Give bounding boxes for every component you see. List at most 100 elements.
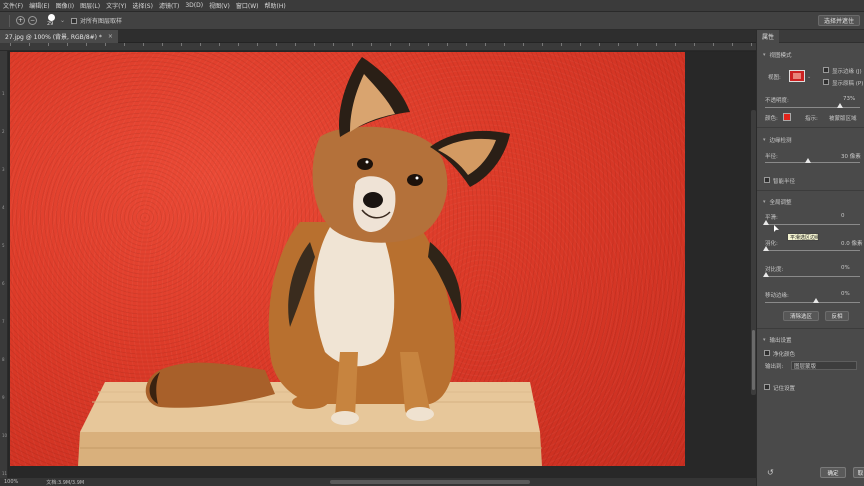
options-bar: + − 29 ⌄ 对所有图层取样 选择并遮住 bbox=[0, 12, 864, 30]
show-edge-checkbox[interactable] bbox=[823, 67, 829, 73]
ruler-tick bbox=[580, 43, 581, 46]
collapse-icon: ▾ bbox=[763, 337, 766, 343]
output-to-label: 输出到: bbox=[765, 364, 784, 370]
ruler-label: 2 bbox=[2, 129, 5, 134]
show-original-option[interactable]: 显示原稿 (P) bbox=[823, 79, 863, 87]
radius-label: 半径: bbox=[765, 154, 778, 160]
ruler-tick bbox=[162, 43, 163, 46]
feather-value[interactable]: 0.0 像素 bbox=[841, 239, 863, 247]
feather-slider-thumb[interactable] bbox=[763, 246, 769, 251]
clear-selection-button[interactable]: 清除选区 bbox=[783, 311, 819, 321]
smooth-slider[interactable] bbox=[765, 224, 860, 225]
ruler-tick bbox=[181, 43, 182, 46]
menu-item[interactable]: 选择(S) bbox=[132, 1, 153, 10]
scrollbar-thumb[interactable] bbox=[752, 330, 755, 390]
remember-settings-checkbox[interactable] bbox=[764, 384, 770, 390]
ruler-tick bbox=[314, 43, 315, 46]
brush-preview-icon[interactable]: 29 bbox=[46, 13, 58, 28]
section-label: 视图模式 bbox=[769, 53, 792, 59]
ruler-tick bbox=[713, 43, 714, 46]
ruler-tick bbox=[143, 43, 144, 46]
properties-panel: 属性 ▾ 视图模式 视图: ⌄ 显示边缘 (J) 显示原稿 (P) 不透明度: 7… bbox=[756, 30, 864, 486]
menu-item[interactable]: 视图(V) bbox=[209, 1, 230, 10]
ruler-tick bbox=[105, 43, 106, 46]
ruler-tick bbox=[257, 43, 258, 46]
contrast-slider[interactable] bbox=[765, 276, 860, 277]
ruler-tick bbox=[124, 43, 125, 46]
menu-item[interactable]: 文件(F) bbox=[3, 1, 23, 10]
invert-button[interactable]: 反相 bbox=[825, 311, 849, 321]
shift-edge-value[interactable]: 0% bbox=[841, 291, 850, 297]
ruler-tick bbox=[618, 43, 619, 46]
show-original-label: 显示原稿 (P) bbox=[832, 81, 864, 87]
canvas-area[interactable] bbox=[9, 52, 756, 478]
menu-item[interactable]: 3D(D) bbox=[185, 2, 203, 9]
show-edge-option[interactable]: 显示边缘 (J) bbox=[823, 67, 862, 75]
decontaminate-label: 净化颜色 bbox=[773, 352, 796, 358]
section-global-refine[interactable]: ▾ 全局调整 bbox=[763, 198, 792, 206]
select-and-mask-button[interactable]: 选择并遮住 bbox=[817, 15, 860, 26]
cancel-button[interactable]: 取 bbox=[853, 467, 864, 478]
menu-item[interactable]: 滤镜(T) bbox=[159, 1, 179, 10]
section-edge-detection[interactable]: ▾ 边缘检测 bbox=[763, 136, 792, 144]
view-mode-thumbnail[interactable] bbox=[789, 70, 805, 82]
add-to-selection-icon[interactable]: + bbox=[16, 16, 25, 25]
chevron-down-icon[interactable]: ⌄ bbox=[60, 17, 65, 24]
menu-item[interactable]: 编辑(E) bbox=[29, 1, 49, 10]
horizontal-scrollbar[interactable] bbox=[330, 480, 530, 484]
ruler-tick bbox=[732, 43, 733, 46]
radius-slider-thumb[interactable] bbox=[805, 158, 811, 163]
opacity-slider[interactable] bbox=[765, 107, 860, 108]
ruler-tick bbox=[447, 43, 448, 46]
smart-radius-checkbox[interactable] bbox=[764, 177, 770, 183]
indicate-value[interactable]: 被蒙版区域 bbox=[829, 114, 857, 122]
ok-button[interactable]: 确定 bbox=[820, 467, 846, 478]
remember-settings-option[interactable]: 记住设置 bbox=[764, 384, 795, 392]
opacity-slider-thumb[interactable] bbox=[837, 103, 843, 108]
ruler-label: 8 bbox=[2, 357, 5, 362]
decontaminate-option[interactable]: 净化颜色 bbox=[764, 350, 795, 358]
contrast-value[interactable]: 0% bbox=[841, 265, 850, 271]
feather-slider[interactable] bbox=[765, 250, 860, 251]
contrast-slider-thumb[interactable] bbox=[763, 272, 769, 277]
radius-value[interactable]: 30 像素 bbox=[841, 152, 861, 160]
tab-properties[interactable]: 属性 bbox=[757, 30, 780, 43]
ruler-tick bbox=[86, 43, 87, 46]
ruler-tick bbox=[200, 43, 201, 46]
reset-icon[interactable]: ↺ bbox=[767, 468, 774, 477]
decontaminate-checkbox[interactable] bbox=[764, 350, 770, 356]
sample-all-layers-label: 对所有图层取样 bbox=[80, 18, 123, 25]
properties-tab-bar: 属性 bbox=[757, 30, 864, 43]
smooth-value[interactable]: 0 bbox=[841, 213, 845, 219]
section-output-settings[interactable]: ▾ 输出设置 bbox=[763, 336, 792, 344]
subtract-from-selection-icon[interactable]: − bbox=[28, 16, 37, 25]
menu-item[interactable]: 文字(Y) bbox=[106, 1, 126, 10]
ruler-tick bbox=[219, 43, 220, 46]
menu-item[interactable]: 帮助(H) bbox=[265, 1, 286, 10]
divider bbox=[757, 127, 864, 128]
section-view-mode[interactable]: ▾ 视图模式 bbox=[763, 51, 792, 59]
opacity-value[interactable]: 73% bbox=[843, 96, 855, 102]
ruler-tick bbox=[409, 43, 410, 46]
document-tab[interactable]: 27.jpg @ 100% (背景, RGB/8#) * × bbox=[0, 30, 118, 43]
ruler-tick bbox=[561, 43, 562, 46]
output-to-select[interactable]: 图层蒙版 bbox=[791, 361, 857, 370]
zoom-level[interactable]: 100% bbox=[4, 479, 18, 485]
status-bar: 100% 文档:3.9M/3.9M bbox=[0, 478, 756, 486]
collapse-icon: ▾ bbox=[763, 199, 766, 205]
radius-slider[interactable] bbox=[765, 162, 860, 163]
smart-radius-option[interactable]: 智能半径 bbox=[764, 177, 795, 185]
show-original-checkbox[interactable] bbox=[823, 79, 829, 85]
smooth-tooltip: 平滑选区边缘 bbox=[787, 233, 819, 241]
ruler-tick bbox=[656, 43, 657, 46]
menu-item[interactable]: 图层(L) bbox=[80, 1, 100, 10]
close-icon[interactable]: × bbox=[108, 33, 113, 40]
document-image[interactable] bbox=[10, 52, 685, 466]
mask-color-swatch[interactable] bbox=[783, 113, 791, 121]
sample-all-layers-checkbox[interactable] bbox=[71, 17, 78, 24]
chevron-down-icon[interactable]: ⌄ bbox=[807, 74, 811, 80]
menu-item[interactable]: 图像(I) bbox=[56, 1, 74, 10]
menu-item[interactable]: 窗口(W) bbox=[236, 1, 259, 10]
smooth-slider-thumb[interactable] bbox=[763, 220, 769, 225]
shift-edge-slider-thumb[interactable] bbox=[813, 298, 819, 303]
